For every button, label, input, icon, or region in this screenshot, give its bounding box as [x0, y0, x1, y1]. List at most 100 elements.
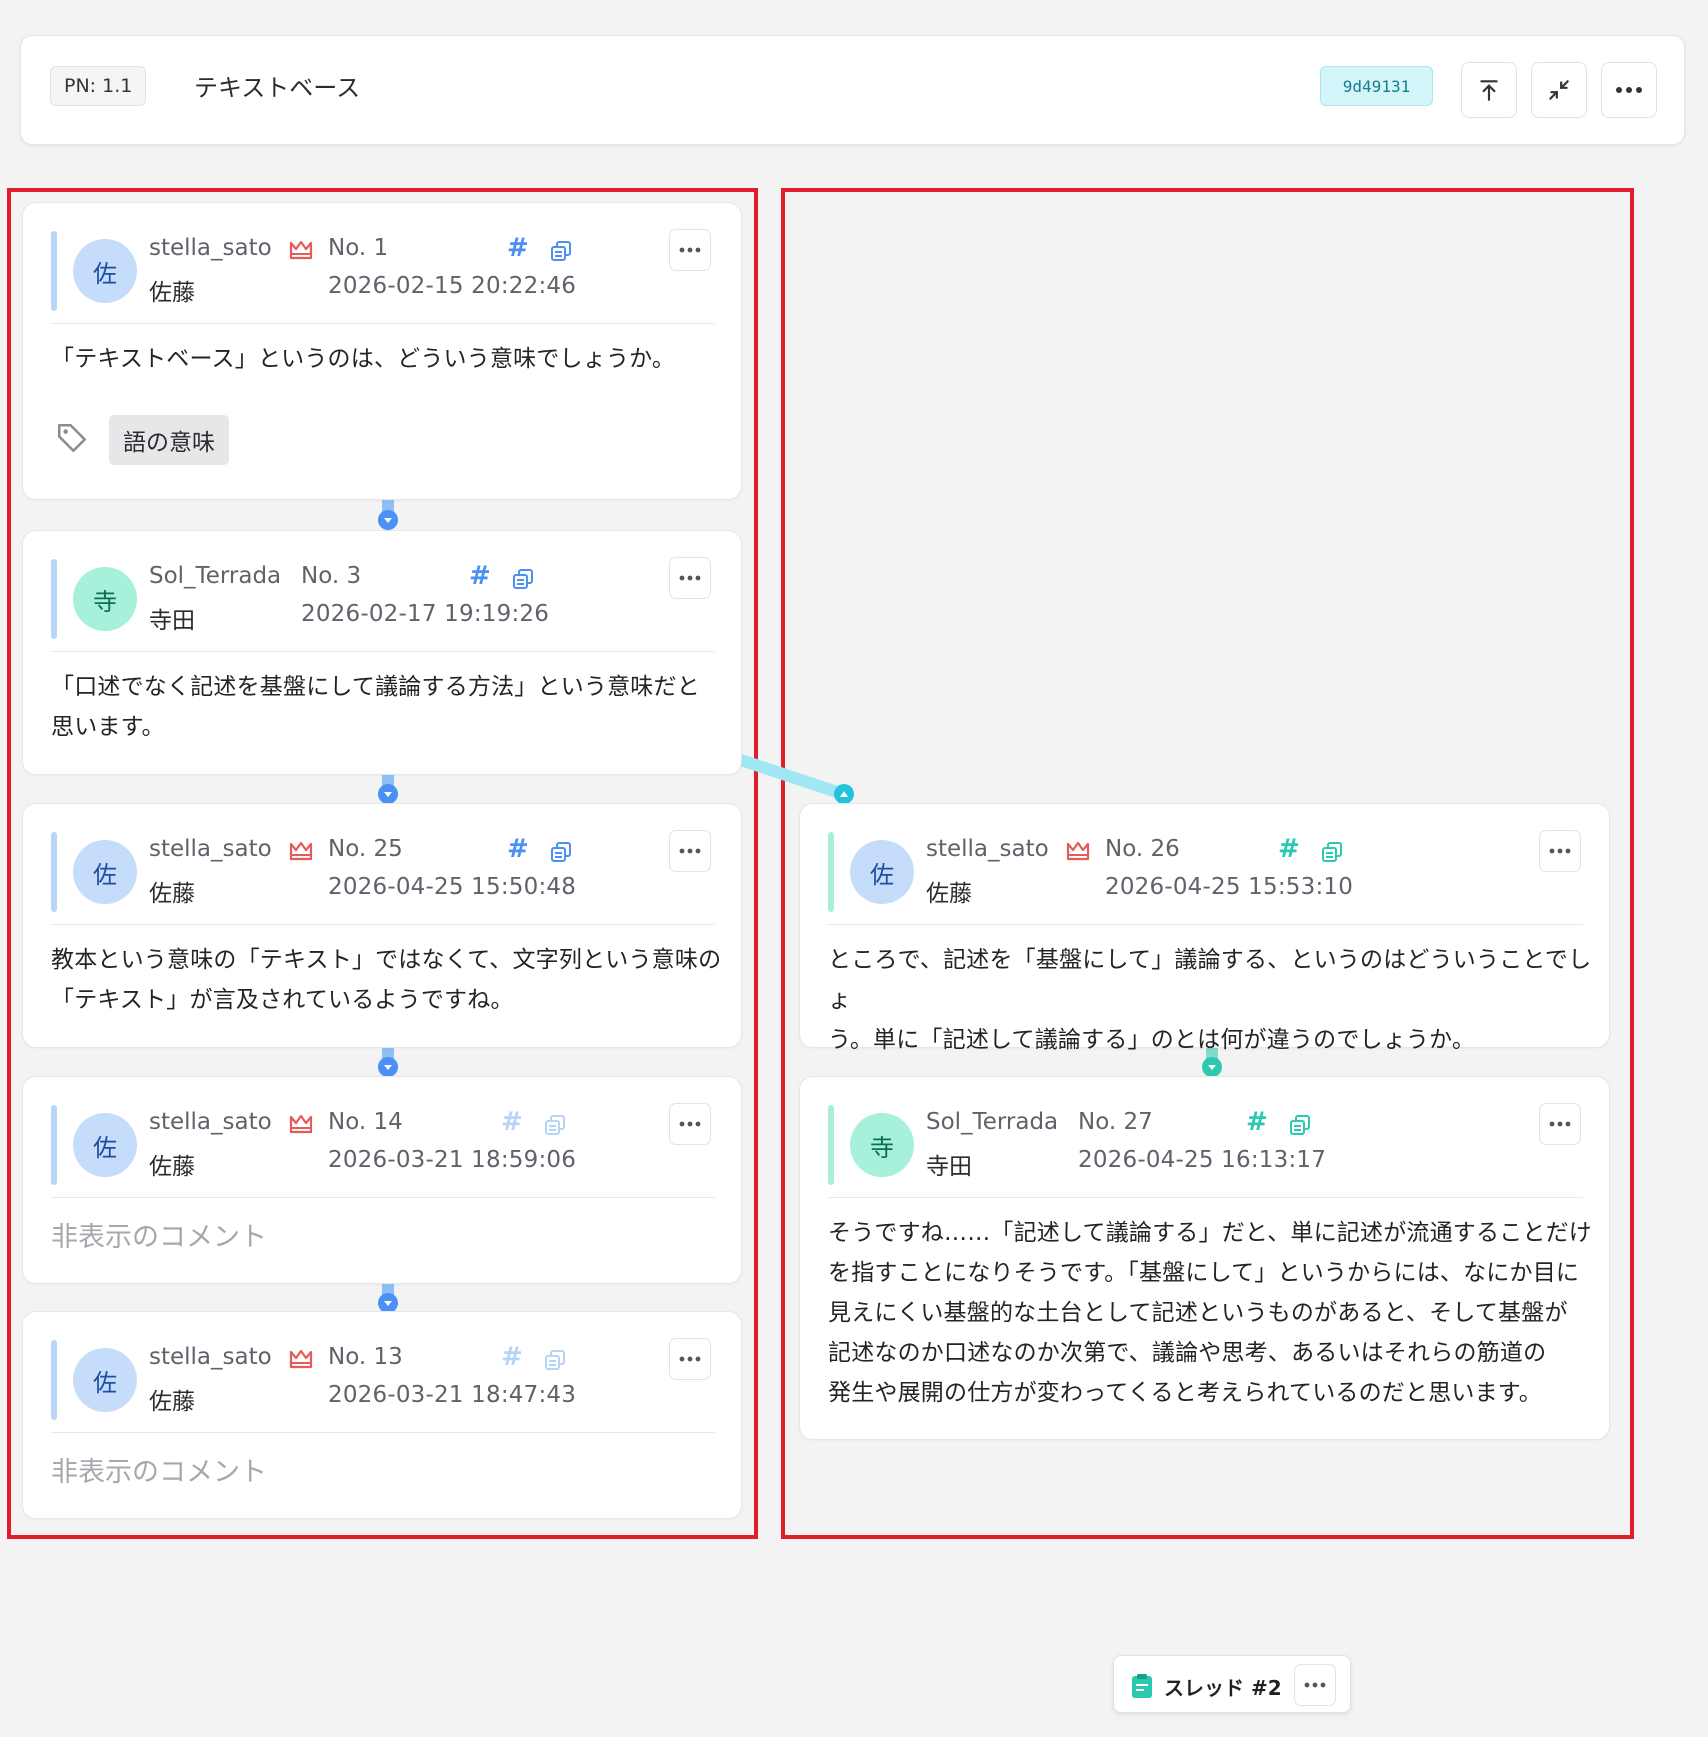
hidden-comment-label[interactable]: 非表示のコメント	[51, 1215, 267, 1254]
post-display-name: 佐藤	[149, 881, 195, 907]
avatar[interactable]: 佐	[73, 1113, 137, 1177]
post-number[interactable]: No. 25	[328, 836, 403, 862]
post-accent-bar	[51, 1105, 57, 1185]
copy-icon[interactable]	[543, 1348, 567, 1372]
post-body: 「口述でなく記述を基盤にして議論する方法」という意味だと 思います。	[51, 667, 700, 747]
thread-tab[interactable]: スレッド #2	[1113, 1655, 1351, 1713]
post-timestamp: 2026-04-25 15:53:10	[1105, 874, 1354, 900]
post-accent-bar	[828, 832, 834, 912]
avatar[interactable]: 佐	[73, 840, 137, 904]
post-display-name: 佐藤	[926, 881, 972, 907]
post-more-button[interactable]	[1539, 1103, 1581, 1145]
post-body-line: を指すことになりそうです。「基盤にして」というからには、なにか目に	[828, 1260, 1580, 1286]
post-more-button[interactable]	[669, 1103, 711, 1145]
copy-icon[interactable]	[549, 840, 573, 864]
hash-icon[interactable]: #	[501, 1107, 523, 1137]
hash-icon[interactable]: #	[507, 834, 529, 864]
thread-header: PN: 1.1 テキストベース 9d49131	[20, 35, 1685, 145]
post-display-name: 寺田	[926, 1154, 972, 1180]
hash-icon[interactable]: #	[507, 233, 529, 263]
post-accent-bar	[51, 559, 57, 639]
scroll-top-button[interactable]	[1461, 62, 1517, 118]
post-body: ところで、記述を「基盤にして」議論する、というのはどういうことでしょ う。単に「…	[828, 940, 1609, 1060]
connector-dot	[378, 1057, 398, 1077]
post-username[interactable]: Sol_Terrada	[926, 1109, 1058, 1135]
clipboard-icon	[1132, 1674, 1152, 1698]
avatar[interactable]: 寺	[73, 567, 137, 631]
owner-crown-icon	[289, 240, 313, 260]
post-body-line: 発生や展開の仕方が変わってくると考えられているのだと思います。	[828, 1380, 1542, 1406]
post-number[interactable]: No. 27	[1078, 1109, 1153, 1135]
post-card: 佐 stella_sato 佐藤 No. 1 2026-02-15 20:22:…	[22, 202, 742, 500]
post-card: 佐 stella_sato 佐藤 No. 26 2026-04-25 15:53…	[799, 803, 1610, 1053]
post-more-button[interactable]	[1539, 830, 1581, 872]
ellipsis-icon	[1304, 1682, 1326, 1688]
ellipsis-icon	[1616, 87, 1642, 93]
post-number[interactable]: No. 14	[328, 1109, 403, 1135]
post-divider	[828, 1197, 1583, 1198]
avatar[interactable]: 佐	[850, 840, 914, 904]
hash-icon[interactable]: #	[1278, 834, 1300, 864]
post-number[interactable]: No. 1	[328, 235, 388, 261]
tag-icon	[57, 423, 87, 453]
post-more-button[interactable]	[669, 1338, 711, 1380]
post-username[interactable]: stella_sato	[149, 836, 272, 862]
post-display-name: 寺田	[149, 608, 195, 634]
connector-dot	[378, 784, 398, 804]
copy-icon[interactable]	[549, 239, 573, 263]
post-divider	[51, 924, 715, 925]
post-card: 寺 Sol_Terrada 寺田 No. 3 2026-02-17 19:19:…	[22, 530, 742, 775]
avatar[interactable]: 寺	[850, 1113, 914, 1177]
owner-crown-icon	[1066, 841, 1090, 861]
arrow-up-to-line-icon	[1480, 80, 1498, 101]
thread-tab-more-button[interactable]	[1294, 1664, 1336, 1706]
post-accent-bar	[51, 1340, 57, 1420]
ellipsis-icon	[1549, 1121, 1571, 1127]
post-number[interactable]: No. 26	[1105, 836, 1180, 862]
branch-connector-dot	[834, 784, 854, 804]
post-timestamp: 2026-04-25 15:50:48	[328, 874, 577, 900]
copy-icon[interactable]	[511, 567, 535, 591]
post-body-line: う。単に「記述して議論する」のとは何が違うのでしょうか。	[828, 1027, 1476, 1053]
copy-icon[interactable]	[1288, 1113, 1312, 1137]
copy-icon[interactable]	[543, 1113, 567, 1137]
post-body-line: 教本という意味の「テキスト」ではなくて、文字列という意味の	[51, 947, 722, 973]
copy-icon[interactable]	[1320, 840, 1344, 864]
post-timestamp: 2026-02-17 19:19:26	[301, 601, 550, 627]
ellipsis-icon	[679, 247, 701, 253]
hash-icon[interactable]: #	[501, 1342, 523, 1372]
post-body-line: 「テキスト」が言及されているようですね。	[51, 987, 514, 1013]
post-number[interactable]: No. 13	[328, 1344, 403, 1370]
post-accent-bar	[51, 832, 57, 912]
page-title: テキストベース	[194, 74, 361, 102]
post-more-button[interactable]	[669, 557, 711, 599]
owner-crown-icon	[289, 1114, 313, 1134]
tag-chip[interactable]: 語の意味	[109, 415, 229, 465]
hidden-comment-label[interactable]: 非表示のコメント	[51, 1450, 267, 1489]
post-username[interactable]: stella_sato	[149, 235, 272, 261]
post-number[interactable]: No. 3	[301, 563, 361, 589]
header-more-button[interactable]	[1601, 62, 1657, 118]
ellipsis-icon	[679, 848, 701, 854]
hash-icon[interactable]: #	[469, 561, 491, 591]
post-timestamp: 2026-03-21 18:59:06	[328, 1147, 577, 1173]
post-username[interactable]: stella_sato	[149, 1344, 272, 1370]
post-username[interactable]: stella_sato	[149, 1109, 272, 1135]
hash-icon[interactable]: #	[1246, 1107, 1268, 1137]
post-more-button[interactable]	[669, 229, 711, 271]
post-timestamp: 2026-03-21 18:47:43	[328, 1382, 577, 1408]
avatar[interactable]: 佐	[73, 1348, 137, 1412]
post-card: 寺 Sol_Terrada 寺田 No. 27 2026-04-25 16:13…	[799, 1076, 1610, 1440]
commit-hash-badge[interactable]: 9d49131	[1320, 66, 1433, 106]
avatar[interactable]: 佐	[73, 239, 137, 303]
post-divider	[51, 651, 715, 652]
post-card: 佐 stella_sato 佐藤 No. 13 2026-03-21 18:47…	[22, 1311, 742, 1519]
post-body-line: そうですね……「記述して議論する」だと、単に記述が流通することだけ	[828, 1220, 1592, 1246]
post-more-button[interactable]	[669, 830, 711, 872]
post-divider	[51, 323, 715, 324]
post-username[interactable]: stella_sato	[926, 836, 1049, 862]
post-username[interactable]: Sol_Terrada	[149, 563, 281, 589]
post-body-line: 見えにくい基盤的な土台として記述というものがあると、そして基盤が	[828, 1300, 1568, 1326]
collapse-button[interactable]	[1531, 62, 1587, 118]
post-body: そうですね……「記述して議論する」だと、単に記述が流通することだけ を指すことに…	[828, 1213, 1592, 1413]
